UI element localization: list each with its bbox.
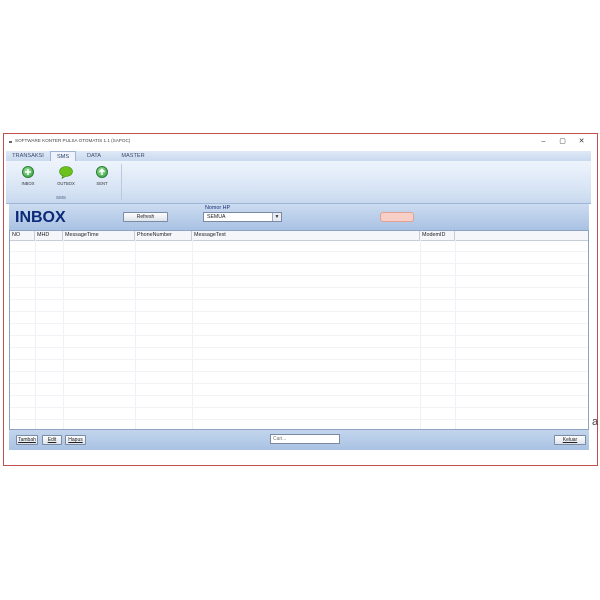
row-divider	[10, 347, 588, 348]
refresh-button[interactable]: Refresh	[123, 212, 168, 222]
keluar-button[interactable]: Keluar	[554, 435, 586, 445]
row-divider	[10, 275, 588, 276]
column-header-modemid[interactable]: ModemID	[420, 231, 455, 240]
sent-ribbon-button[interactable]: SENT	[90, 166, 114, 192]
row-divider	[10, 395, 588, 396]
edge-text: a	[592, 416, 599, 428]
footer-toolbar: Tambah Edit Hapus Keluar	[9, 430, 589, 450]
nomor-hp-select[interactable]: SEMUA ▼	[203, 212, 282, 222]
tab-sms[interactable]: SMS	[50, 151, 76, 161]
column-header-phonenumber[interactable]: PhoneNumber	[135, 231, 192, 240]
ribbon-group-label: SMS	[56, 195, 66, 200]
app-window: SOFTWARE KONTER PULSA OTOMATIS 1.1 (SAPO…	[3, 133, 598, 466]
tab-master[interactable]: MASTER	[112, 151, 154, 161]
column-header-mhd[interactable]: MHD	[35, 231, 63, 240]
speech-bubble-icon	[59, 166, 73, 179]
close-button[interactable]: ✕	[575, 136, 588, 148]
column-header-messagetime[interactable]: MessageTime	[63, 231, 135, 240]
inbox-ribbon-label: INBOX	[21, 181, 35, 186]
up-arrow-circle-icon	[96, 166, 108, 178]
inbox-header: INBOX Refresh Nomor HP SEMUA ▼	[9, 204, 589, 230]
minimize-button[interactable]: –	[537, 136, 550, 148]
row-divider	[10, 311, 588, 312]
ribbon-panel: INBOX OUTBOX SENT SMS	[6, 161, 591, 204]
tambah-button[interactable]: Tambah	[16, 435, 38, 445]
row-divider	[10, 407, 588, 408]
edit-button[interactable]: Edit	[42, 435, 62, 445]
app-icon	[9, 141, 12, 143]
title-bar: SOFTWARE KONTER PULSA OTOMATIS 1.1 (SAPO…	[4, 134, 597, 151]
plus-circle-icon	[22, 166, 34, 178]
row-divider	[10, 263, 588, 264]
outbox-ribbon-label: OUTBOX	[57, 181, 75, 186]
ribbon-group-divider	[121, 164, 122, 200]
sent-ribbon-label: SENT	[96, 181, 108, 186]
window-title: SOFTWARE KONTER PULSA OTOMATIS 1.1 (SAPO…	[15, 138, 131, 143]
search-input[interactable]	[270, 434, 340, 444]
row-divider	[10, 383, 588, 384]
chevron-down-icon: ▼	[272, 213, 281, 221]
column-header-no[interactable]: NO	[10, 231, 35, 240]
nomor-hp-label: Nomor HP	[205, 205, 231, 211]
tab-data[interactable]: DATA	[79, 151, 109, 161]
column-header-messagetext[interactable]: MessageText	[192, 231, 420, 240]
row-divider	[10, 323, 588, 324]
outbox-ribbon-button[interactable]: OUTBOX	[54, 166, 78, 192]
row-divider	[10, 371, 588, 372]
ribbon-tabs: TRANSAKSI SMS DATA MASTER	[6, 151, 591, 161]
status-button[interactable]	[380, 212, 414, 222]
inbox-ribbon-button[interactable]: INBOX	[16, 166, 40, 192]
row-divider	[10, 251, 588, 252]
row-divider	[10, 335, 588, 336]
row-divider	[10, 299, 588, 300]
nomor-hp-value: SEMUA	[207, 214, 226, 220]
table-header: NO MHD MessageTime PhoneNumber MessageTe…	[10, 231, 588, 241]
page-title: INBOX	[15, 209, 66, 226]
maximize-button[interactable]: ▢	[556, 136, 569, 148]
row-divider	[10, 359, 588, 360]
row-divider	[10, 287, 588, 288]
row-divider	[10, 419, 588, 420]
tab-transaksi[interactable]: TRANSAKSI	[8, 151, 48, 161]
messages-table: NO MHD MessageTime PhoneNumber MessageTe…	[9, 230, 589, 430]
hapus-button[interactable]: Hapus	[65, 435, 86, 445]
